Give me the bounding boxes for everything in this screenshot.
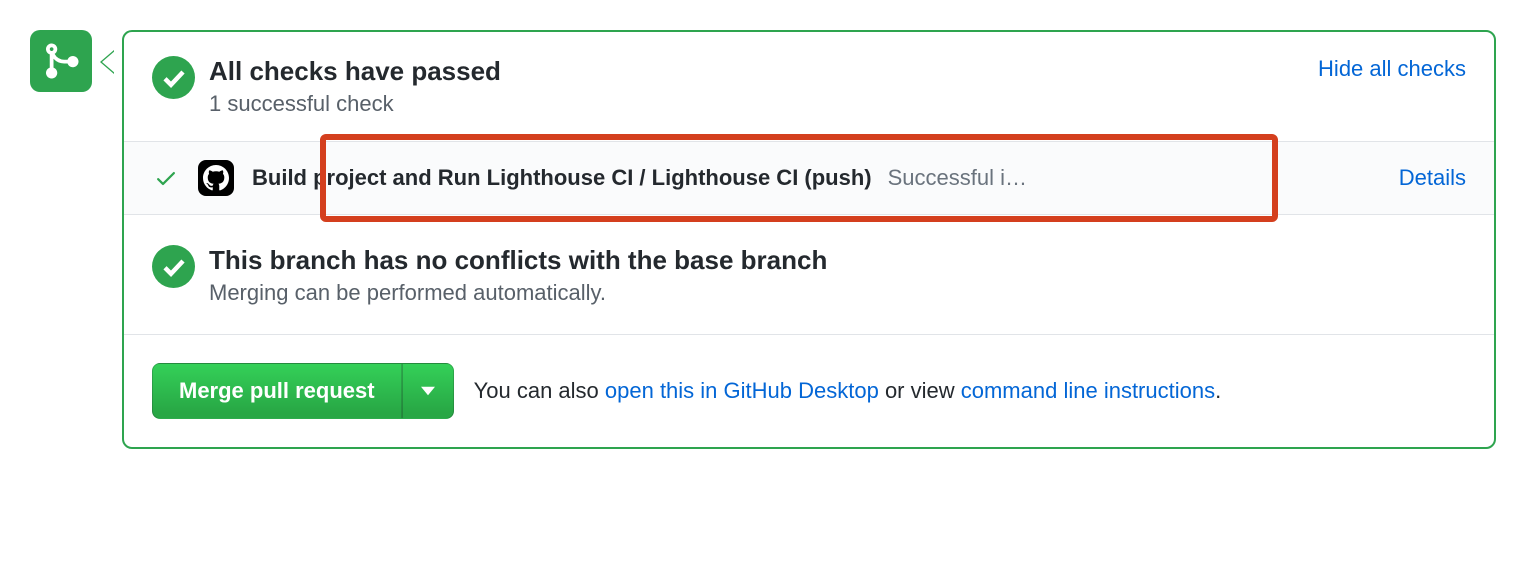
panel-arrow (92, 30, 122, 92)
github-avatar (198, 160, 234, 196)
checks-summary-section: All checks have passed 1 successful chec… (124, 32, 1494, 142)
merge-button-group: Merge pull request (152, 363, 454, 419)
footer-text-suffix: . (1215, 378, 1221, 403)
open-github-desktop-link[interactable]: open this in GitHub Desktop (605, 378, 879, 403)
success-status-circle (152, 56, 195, 99)
checks-title: All checks have passed (209, 56, 1304, 87)
footer-text-prefix: You can also (474, 378, 605, 403)
hide-checks-link[interactable]: Hide all checks (1318, 56, 1466, 82)
github-icon (203, 165, 229, 191)
check-name[interactable]: Build project and Run Lighthouse CI / Li… (252, 165, 872, 191)
merge-footer: Merge pull request You can also open thi… (124, 335, 1494, 447)
conflicts-subtitle: Merging can be performed automatically. (209, 280, 1466, 306)
merge-panel: All checks have passed 1 successful chec… (122, 30, 1496, 449)
command-line-instructions-link[interactable]: command line instructions (961, 378, 1215, 403)
check-details-link[interactable]: Details (1399, 165, 1466, 191)
conflicts-title: This branch has no conflicts with the ba… (209, 245, 1466, 276)
merge-footer-text: You can also open this in GitHub Desktop… (474, 378, 1222, 404)
merge-pull-request-button[interactable]: Merge pull request (152, 363, 402, 419)
checks-summary-text: All checks have passed 1 successful chec… (209, 56, 1304, 117)
conflicts-section: This branch has no conflicts with the ba… (124, 215, 1494, 335)
checks-subtitle: 1 successful check (209, 91, 1304, 117)
git-merge-icon (41, 41, 81, 81)
merge-status-icon-box (30, 30, 92, 92)
check-status: Successful i… (888, 165, 1027, 191)
footer-text-mid: or view (879, 378, 961, 403)
check-icon (162, 255, 186, 279)
check-success-icon (152, 166, 180, 190)
success-status-circle (152, 245, 195, 288)
check-item: Build project and Run Lighthouse CI / Li… (124, 142, 1494, 215)
merge-options-dropdown-button[interactable] (402, 363, 454, 419)
caret-down-icon (421, 386, 435, 396)
check-icon (162, 66, 186, 90)
